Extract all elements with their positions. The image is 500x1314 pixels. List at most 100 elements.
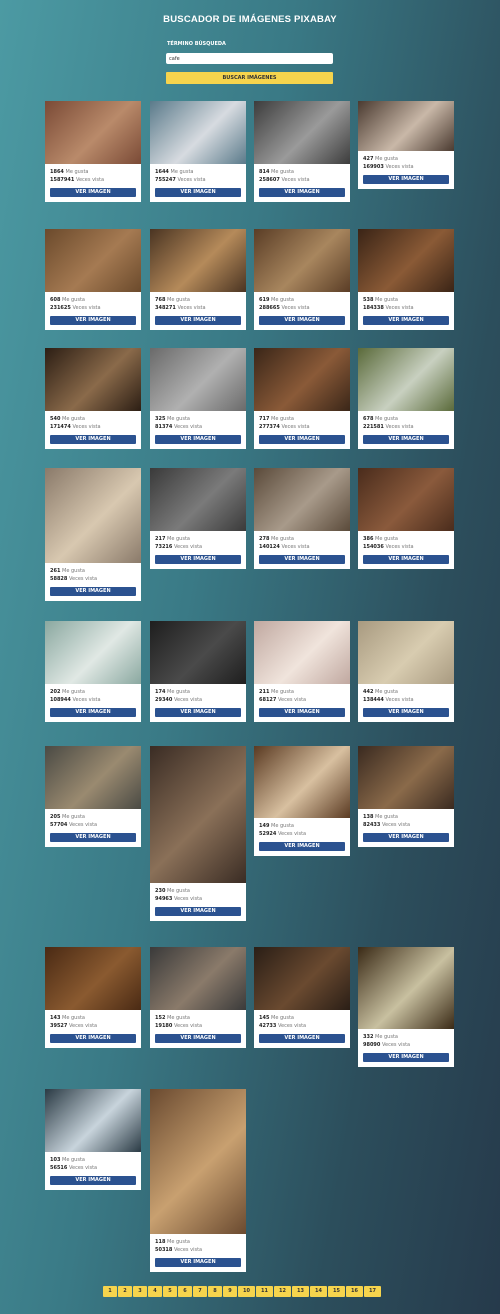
view-image-button[interactable]: VER IMAGEN	[259, 188, 345, 197]
page-button[interactable]: 12	[274, 1286, 291, 1297]
view-image-button[interactable]: VER IMAGEN	[259, 842, 345, 851]
image-thumbnail[interactable]	[45, 348, 141, 411]
view-image-button[interactable]: VER IMAGEN	[50, 1176, 136, 1185]
image-thumbnail[interactable]	[45, 229, 141, 292]
view-image-button[interactable]: VER IMAGEN	[363, 435, 449, 444]
search-input[interactable]	[166, 53, 333, 64]
image-thumbnail[interactable]	[254, 229, 350, 292]
image-thumbnail[interactable]	[150, 348, 246, 411]
image-thumbnail[interactable]	[45, 101, 141, 164]
views-count: 19180	[155, 1022, 173, 1029]
image-thumbnail[interactable]	[150, 468, 246, 531]
page-button[interactable]: 14	[310, 1286, 327, 1297]
views-count: 39527	[50, 1022, 68, 1029]
view-image-button[interactable]: VER IMAGEN	[155, 708, 241, 717]
image-thumbnail[interactable]	[358, 746, 454, 809]
image-thumbnail[interactable]	[358, 468, 454, 531]
view-image-button[interactable]: VER IMAGEN	[50, 435, 136, 444]
view-image-button[interactable]: VER IMAGEN	[363, 708, 449, 717]
page-button[interactable]: 9	[223, 1286, 237, 1297]
image-thumbnail[interactable]	[358, 348, 454, 411]
page-button[interactable]: 10	[238, 1286, 255, 1297]
image-thumbnail[interactable]	[150, 1089, 246, 1234]
views-count: 140124	[259, 543, 280, 550]
image-thumbnail[interactable]	[45, 947, 141, 1010]
view-image-button[interactable]: VER IMAGEN	[50, 316, 136, 325]
image-stats: 768 Me gusta 348271 Veces vista	[150, 292, 246, 312]
image-thumbnail[interactable]	[358, 621, 454, 684]
page-button[interactable]: 15	[328, 1286, 345, 1297]
image-thumbnail[interactable]	[254, 947, 350, 1010]
page-button[interactable]: 11	[256, 1286, 273, 1297]
image-card: 386 Me gusta 154036 Veces vista VER IMAGEN	[358, 468, 454, 569]
views-label: Veces vista	[69, 575, 98, 582]
image-thumbnail[interactable]	[45, 746, 141, 809]
views-label: Veces vista	[382, 1041, 411, 1048]
image-thumbnail[interactable]	[150, 621, 246, 684]
image-card: 261 Me gusta 58828 Veces vista VER IMAGEN	[45, 468, 141, 601]
page-button[interactable]: 3	[133, 1286, 147, 1297]
views-count: 50318	[155, 1246, 173, 1253]
image-thumbnail[interactable]	[150, 101, 246, 164]
image-thumbnail[interactable]	[254, 621, 350, 684]
views-count: 82433	[363, 821, 381, 828]
views-label: Veces vista	[174, 696, 203, 703]
likes-label: Me gusta	[375, 814, 398, 820]
page-button[interactable]: 4	[148, 1286, 162, 1297]
page-button[interactable]: 7	[193, 1286, 207, 1297]
page-button[interactable]: 8	[208, 1286, 222, 1297]
image-thumbnail[interactable]	[150, 947, 246, 1010]
image-thumbnail[interactable]	[254, 101, 350, 164]
image-thumbnail[interactable]	[358, 229, 454, 292]
image-thumbnail[interactable]	[45, 621, 141, 684]
view-image-button[interactable]: VER IMAGEN	[155, 555, 241, 564]
view-image-button[interactable]: VER IMAGEN	[155, 907, 241, 916]
page-button[interactable]: 6	[178, 1286, 192, 1297]
views-count: 29340	[155, 696, 173, 703]
views-label: Veces vista	[385, 163, 414, 170]
page-button[interactable]: 16	[346, 1286, 363, 1297]
image-thumbnail[interactable]	[358, 947, 454, 1029]
search-button[interactable]: BUSCAR IMÁGENES	[166, 72, 333, 84]
image-thumbnail[interactable]	[45, 468, 141, 563]
view-image-button[interactable]: VER IMAGEN	[155, 435, 241, 444]
view-image-button[interactable]: VER IMAGEN	[259, 708, 345, 717]
page-button[interactable]: 5	[163, 1286, 177, 1297]
view-image-button[interactable]: VER IMAGEN	[363, 1053, 449, 1062]
view-image-button[interactable]: VER IMAGEN	[363, 175, 449, 184]
view-image-button[interactable]: VER IMAGEN	[50, 587, 136, 596]
view-image-button[interactable]: VER IMAGEN	[155, 1034, 241, 1043]
view-image-button[interactable]: VER IMAGEN	[259, 316, 345, 325]
page-button[interactable]: 1	[103, 1286, 117, 1297]
views-label: Veces vista	[278, 830, 307, 837]
view-image-button[interactable]: VER IMAGEN	[363, 833, 449, 842]
view-image-button[interactable]: VER IMAGEN	[50, 188, 136, 197]
view-image-button[interactable]: VER IMAGEN	[155, 1258, 241, 1267]
image-thumbnail[interactable]	[254, 468, 350, 531]
image-thumbnail[interactable]	[254, 746, 350, 818]
views-count: 1587941	[50, 176, 75, 183]
image-stats: 103 Me gusta 56516 Veces vista	[45, 1152, 141, 1172]
likes-count: 278	[259, 536, 270, 542]
view-image-button[interactable]: VER IMAGEN	[259, 1034, 345, 1043]
view-image-button[interactable]: VER IMAGEN	[259, 435, 345, 444]
views-count: 81374	[155, 423, 173, 430]
view-image-button[interactable]: VER IMAGEN	[259, 555, 345, 564]
image-thumbnail[interactable]	[254, 348, 350, 411]
view-image-button[interactable]: VER IMAGEN	[50, 708, 136, 717]
image-thumbnail[interactable]	[358, 101, 454, 151]
image-thumbnail[interactable]	[45, 1089, 141, 1152]
page-button[interactable]: 17	[364, 1286, 381, 1297]
page-button[interactable]: 13	[292, 1286, 309, 1297]
image-thumbnail[interactable]	[150, 746, 246, 883]
views-label: Veces vista	[72, 304, 101, 311]
view-image-button[interactable]: VER IMAGEN	[50, 833, 136, 842]
view-image-button[interactable]: VER IMAGEN	[363, 316, 449, 325]
view-image-button[interactable]: VER IMAGEN	[155, 316, 241, 325]
image-card: 103 Me gusta 56516 Veces vista VER IMAGEN	[45, 1089, 141, 1190]
view-image-button[interactable]: VER IMAGEN	[155, 188, 241, 197]
view-image-button[interactable]: VER IMAGEN	[363, 555, 449, 564]
image-thumbnail[interactable]	[150, 229, 246, 292]
view-image-button[interactable]: VER IMAGEN	[50, 1034, 136, 1043]
page-button[interactable]: 2	[118, 1286, 132, 1297]
